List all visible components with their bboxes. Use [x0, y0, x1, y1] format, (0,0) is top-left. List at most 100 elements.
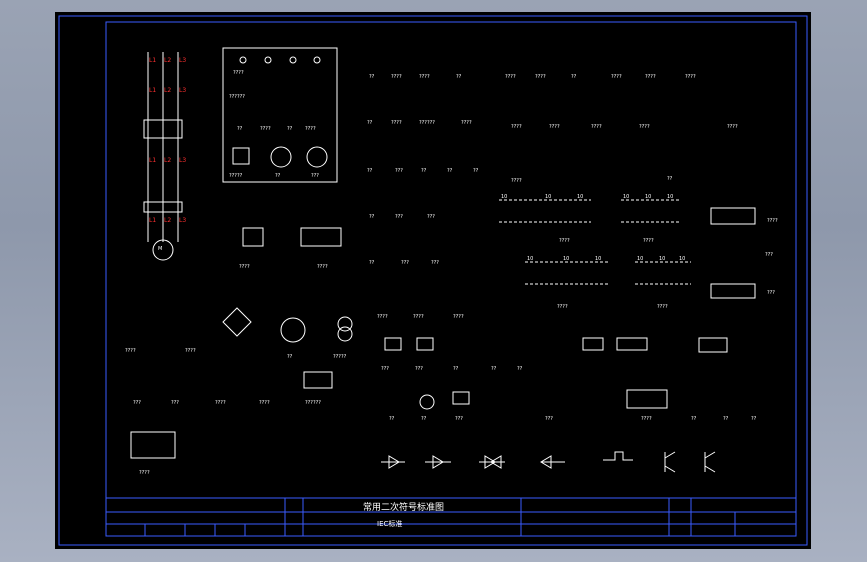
- contact3-label: ????: [641, 416, 652, 422]
- lower-left: ???? ???? ?? ????? ??? ??? ???? ???? ???…: [125, 307, 353, 476]
- row3-label: ??: [367, 168, 373, 174]
- row4-label: ??: [369, 214, 375, 220]
- contactor-column: M L1 L2 L3 L1 L2 L3 L1 L2 L3 L1 L2 L3: [143, 52, 186, 261]
- terminal-label: 10: [679, 256, 685, 262]
- right-label-3: ???: [767, 290, 775, 296]
- row1-labels: ?? ???? ???? ?? ???? ???? ?? ???? ???? ?…: [369, 74, 696, 80]
- row1-label: ????: [611, 74, 622, 80]
- red-label-1: L1: [149, 57, 156, 64]
- contact3-label: ??: [751, 416, 757, 422]
- lower-left-label: ??: [287, 354, 293, 360]
- row2-label: ??????: [419, 120, 435, 126]
- panel-label-8: ??: [275, 173, 281, 179]
- row1-label: ??: [571, 74, 577, 80]
- row5-label: ??: [369, 260, 375, 266]
- row1-label: ????: [419, 74, 430, 80]
- terminal-label: 10: [645, 194, 651, 200]
- panel-label-5: ??: [287, 126, 293, 132]
- contact2-label: ???: [415, 366, 423, 372]
- panel-label-9: ???: [311, 173, 319, 179]
- bus-bars: 10 10 10 10 10 10 10 10 10 10 10 10 ????…: [499, 194, 691, 310]
- panel-label-7: ?????: [229, 173, 243, 179]
- red-label-11: L2: [164, 217, 171, 224]
- right-components: ???? ??? ???: [710, 207, 778, 299]
- row2-label: ????: [511, 124, 522, 130]
- row2-label: ????: [727, 124, 738, 130]
- bus-label-4: ????: [657, 304, 668, 310]
- right-label-1: ????: [767, 218, 778, 224]
- row5-label: ???: [401, 260, 409, 266]
- terminal-label: 10: [637, 256, 643, 262]
- row1-label: ????: [685, 74, 696, 80]
- red-label-12: L3: [179, 217, 186, 224]
- row2-labels: ?? ???? ?????? ???? ???? ???? ???? ???? …: [367, 120, 738, 130]
- drawing-standard: IEC标准: [377, 519, 402, 528]
- row2-label: ????: [639, 124, 650, 130]
- row1-label: ????: [645, 74, 656, 80]
- red-label-9: L3: [179, 157, 186, 164]
- semiconductor-row: [381, 451, 716, 473]
- row2-label: ????: [461, 120, 472, 126]
- row3-label: ??: [421, 168, 427, 174]
- row5-labels: ?? ??? ???: [369, 260, 439, 266]
- contact-label: ????: [377, 314, 388, 320]
- panel-label-1: ????: [233, 70, 244, 76]
- right-label-2: ???: [765, 252, 773, 258]
- lower-left2-label: ???: [133, 400, 141, 406]
- red-label-8: L2: [164, 157, 171, 164]
- lower-left2-label: ???: [171, 400, 179, 406]
- drawing-title: 常用二次符号标准图: [363, 501, 444, 513]
- row4-label: ???: [427, 214, 435, 220]
- row3-label: ???: [395, 168, 403, 174]
- row2-label: ????: [549, 124, 560, 130]
- motor-label-1: ????: [239, 264, 250, 270]
- row1-label: ????: [505, 74, 516, 80]
- title-block: 常用二次符号标准图 IEC标准: [106, 497, 796, 536]
- row2-label: ????: [391, 120, 402, 126]
- row2-label: ??: [367, 120, 373, 126]
- symbol-panel: ???? ?????? ?? ???? ?? ???? ????? ?? ???: [222, 47, 338, 183]
- terminal-label: 10: [659, 256, 665, 262]
- terminal-label: 10: [667, 194, 673, 200]
- panel-label-6: ????: [305, 126, 316, 132]
- row3-label: ??: [667, 176, 673, 182]
- row1-label: ??: [369, 74, 375, 80]
- lower-left2-label: ????: [215, 400, 226, 406]
- row1-label: ????: [535, 74, 546, 80]
- panel-label-2: ??????: [229, 94, 245, 100]
- contact2-label: ???: [381, 366, 389, 372]
- terminal-label: 10: [563, 256, 569, 262]
- panel-label-4: ????: [260, 126, 271, 132]
- terminal-label: 10: [545, 194, 551, 200]
- contact3-label: ???: [455, 416, 463, 422]
- lower-left-label: ?????: [333, 354, 347, 360]
- contact3-label: ???: [545, 416, 553, 422]
- contact2-label: ??: [517, 366, 523, 372]
- contact3-label: ??: [723, 416, 729, 422]
- contact2-label: ??: [491, 366, 497, 372]
- red-label-7: L1: [149, 157, 156, 164]
- motor-label-2: ????: [317, 264, 328, 270]
- row4-label: ???: [395, 214, 403, 220]
- lower-left2-label: ??????: [305, 400, 321, 406]
- lower-left2-label: ????: [259, 400, 270, 406]
- red-label-3: L3: [179, 57, 186, 64]
- red-label-6: L3: [179, 87, 186, 94]
- row3-label: ????: [511, 178, 522, 184]
- schematic-drawing: 常用二次符号标准图 IEC标准 M L1 L2 L3 L1 L2 L3 L1 L…: [58, 15, 808, 546]
- inner-frame: [105, 21, 797, 537]
- contact-label: ????: [413, 314, 424, 320]
- terminal-label: 10: [501, 194, 507, 200]
- contact3-label: ??: [691, 416, 697, 422]
- cad-viewport[interactable]: 常用二次符号标准图 IEC标准 M L1 L2 L3 L1 L2 L3 L1 L…: [55, 12, 811, 549]
- row3-label: ??: [447, 168, 453, 174]
- row2-label: ????: [591, 124, 602, 130]
- bus-label-3: ????: [557, 304, 568, 310]
- terminal-label: 10: [623, 194, 629, 200]
- row4-labels: ?? ??? ???: [369, 214, 435, 220]
- panel-label-3: ??: [237, 126, 243, 132]
- row3-labels: ?? ??? ?? ?? ?? ???? ??: [367, 168, 673, 184]
- contact3-label: ??: [389, 416, 395, 422]
- motor-groups: ???? ????: [239, 227, 342, 270]
- red-label-2: L2: [164, 57, 171, 64]
